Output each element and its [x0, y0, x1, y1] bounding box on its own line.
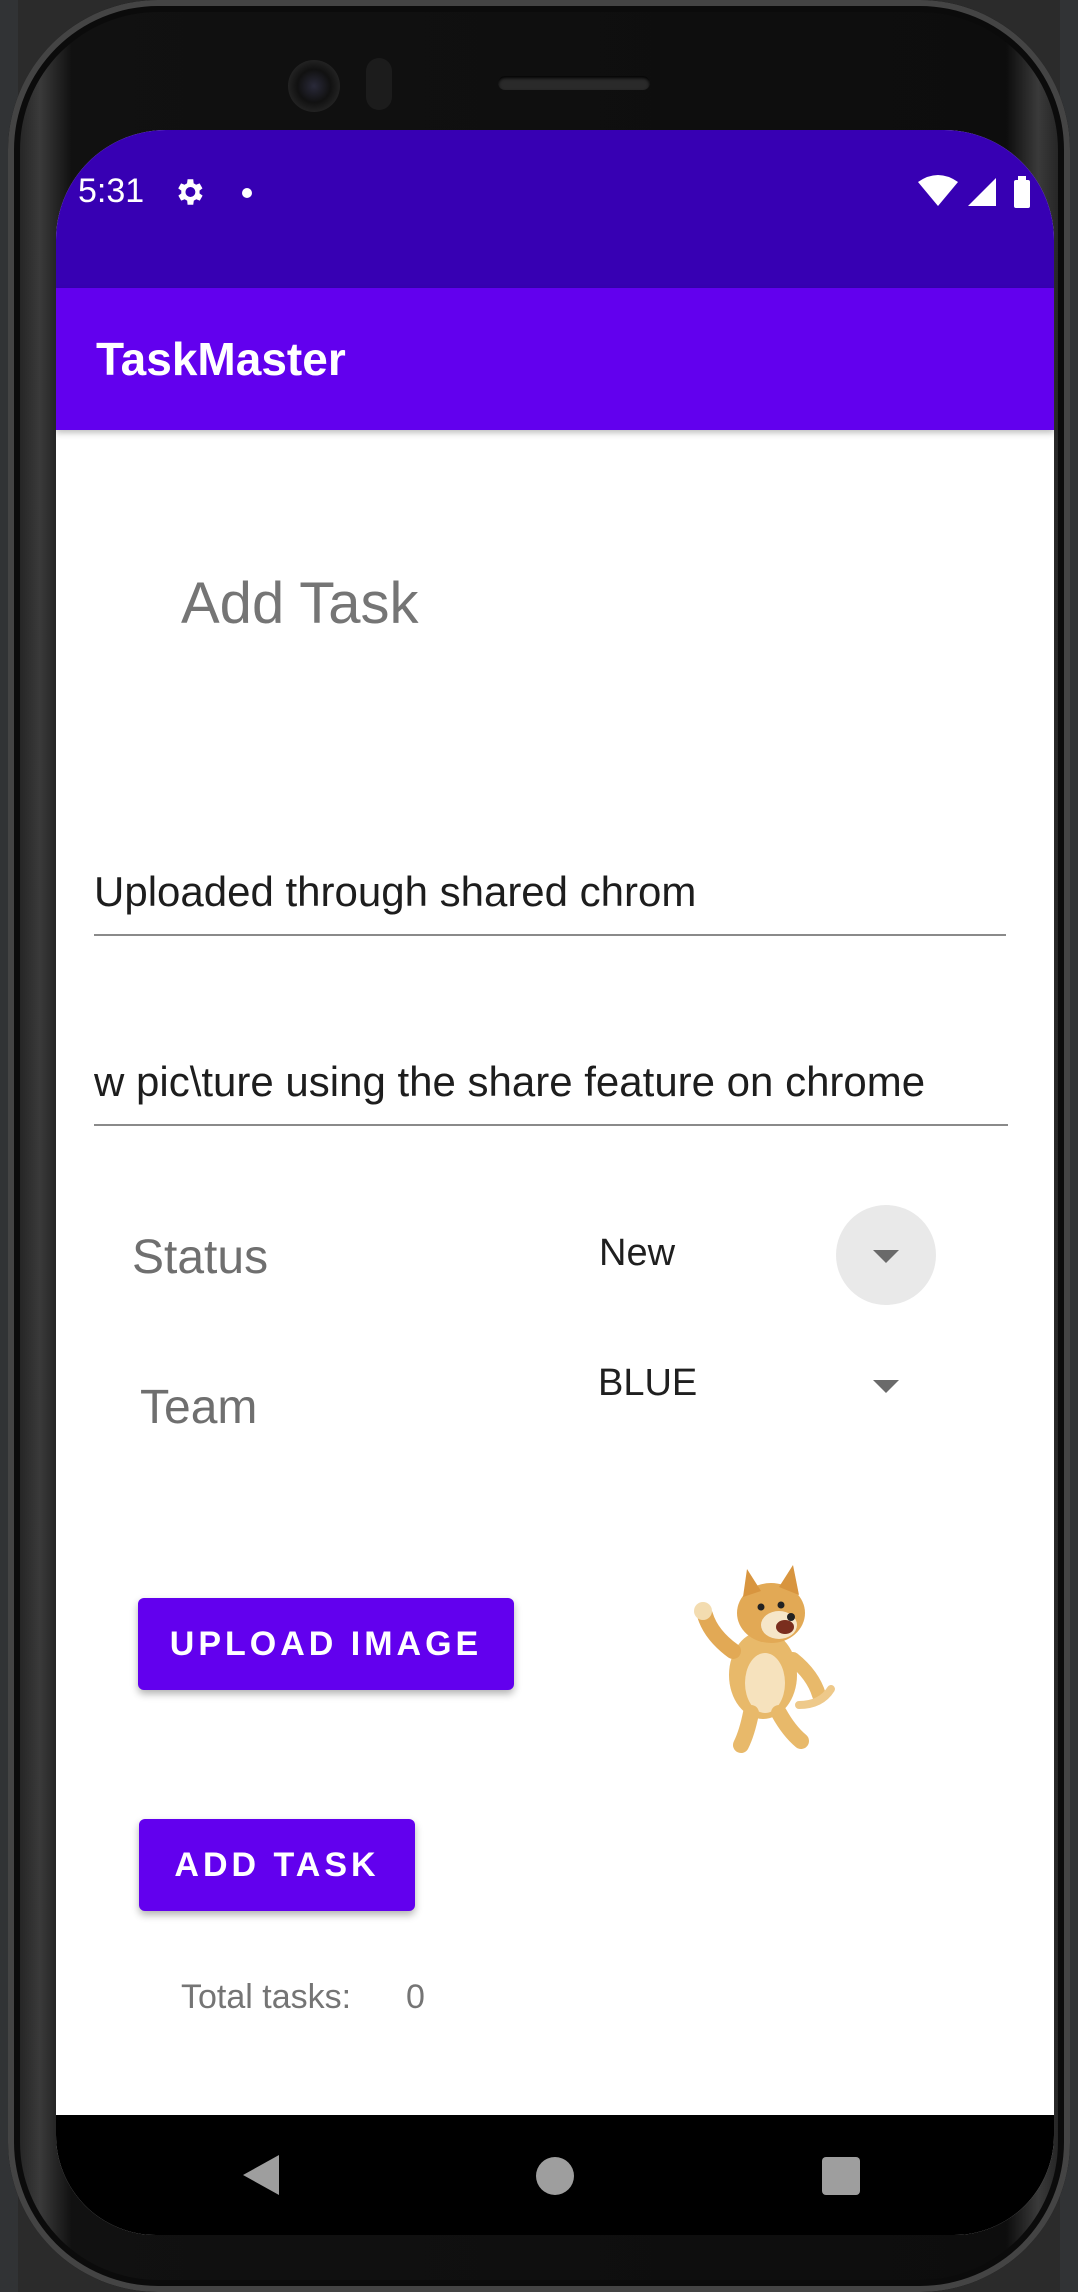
task-description-value: w pic\ture using the share feature on ch… — [94, 1058, 926, 1105]
phone-frame: 5:31 TaskMaster Add Task Uploaded throug… — [8, 0, 1070, 2292]
earpiece-speaker — [498, 76, 650, 90]
proximity-sensor — [366, 58, 392, 110]
back-icon[interactable] — [241, 2153, 281, 2197]
recents-icon[interactable] — [822, 2157, 860, 2195]
app-title: TaskMaster — [96, 333, 346, 385]
task-title-input[interactable]: Uploaded through shared chrom — [94, 862, 1006, 936]
task-description-input[interactable]: w pic\ture using the share feature on ch… — [94, 1052, 1008, 1126]
team-spinner[interactable]: BLUE — [598, 1362, 697, 1405]
page-heading: Add Task — [181, 571, 419, 636]
app-bar: TaskMaster — [56, 288, 1054, 430]
chevron-down-icon[interactable] — [873, 1380, 899, 1393]
home-icon[interactable] — [536, 2157, 574, 2195]
total-tasks-label: Total tasks: — [181, 1978, 352, 2016]
battery-icon — [1014, 176, 1030, 208]
upload-image-button[interactable]: UPLOAD IMAGE — [138, 1598, 514, 1690]
system-status-icons — [918, 175, 1030, 208]
gear-icon — [178, 179, 203, 205]
total-tasks-value: 0 — [406, 1978, 425, 2016]
doge-image — [694, 1565, 835, 1753]
status-label: Status — [132, 1231, 269, 1284]
status-bar: 5:31 — [56, 130, 1054, 288]
status-spinner[interactable]: New — [599, 1232, 675, 1275]
chevron-down-icon[interactable] — [873, 1250, 899, 1263]
wifi-icon — [918, 175, 958, 206]
team-label: Team — [140, 1381, 258, 1434]
front-camera — [288, 60, 340, 112]
status-time: 5:31 — [78, 172, 145, 210]
device-screen: 5:31 TaskMaster Add Task Uploaded throug… — [56, 130, 1054, 2235]
signal-icon — [968, 178, 996, 206]
notification-dot-icon — [242, 188, 252, 198]
task-title-value: Uploaded through shared chrom — [94, 868, 697, 915]
navigation-bar — [56, 2115, 1054, 2235]
add-task-button[interactable]: ADD TASK — [139, 1819, 415, 1911]
